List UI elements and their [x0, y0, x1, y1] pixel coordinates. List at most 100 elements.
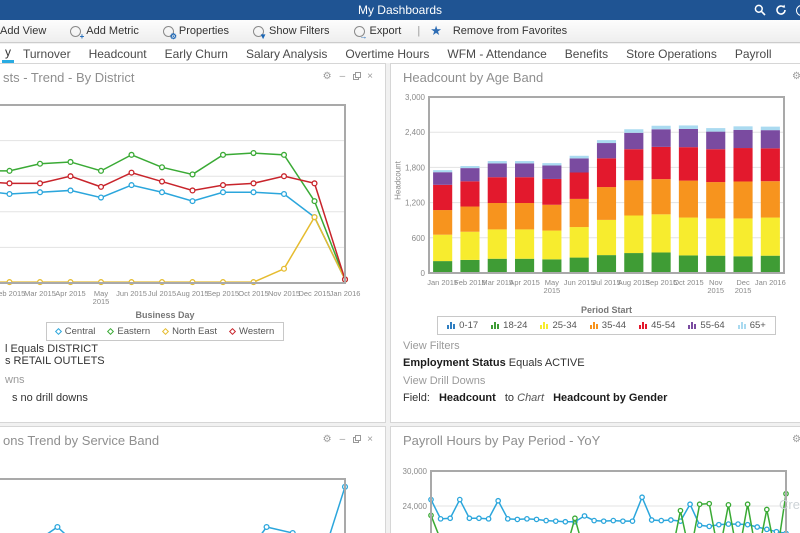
svg-text:Jan 2016: Jan 2016: [330, 289, 361, 298]
refresh-icon[interactable]: [775, 4, 787, 16]
district-legend-wrap: Central Eastern North East Western: [0, 322, 345, 341]
age-band-legend-wrap: 0-17 18-24 25-34 35-44 45-54 55-64 65+: [419, 316, 794, 335]
panel-headcount-age-band: Headcount by Age Band ⚙ – × Headcount 06…: [390, 63, 800, 423]
gear-icon[interactable]: ⚙: [792, 72, 800, 82]
drill-text: s no drill downs: [12, 392, 88, 404]
remove-favorites-button[interactable]: ★ Remove from Favorites: [430, 23, 567, 39]
age-band-chart: 06001,2001,8002,4003,000Jan 2015Feb 2015…: [405, 94, 786, 295]
tab-wfm-attendance[interactable]: WFM - Attendance: [438, 44, 555, 63]
district-trend-chart: Jan 2015Feb 2015Mar 2015Apr 2015May2015J…: [0, 104, 361, 306]
svg-text:Jun 2015: Jun 2015: [564, 278, 595, 287]
legend-marker-icon: [107, 327, 115, 336]
legend-label: North East: [172, 326, 218, 337]
tab-salary-analysis[interactable]: Salary Analysis: [237, 44, 336, 63]
close-icon[interactable]: ×: [367, 72, 373, 82]
view-drill-downs-link[interactable]: View Drill Downs: [403, 375, 667, 387]
properties-button[interactable]: ⚙ Properties: [162, 25, 229, 41]
panel-title: ons Trend by Service Band: [3, 433, 160, 448]
topbar-icons: [754, 4, 800, 16]
dashboard-toolbar: + Add View + Add Metric ⚙ Properties ▼ S…: [0, 20, 800, 43]
tab-overtime-hours[interactable]: Overtime Hours: [336, 44, 438, 63]
tab-benefits[interactable]: Benefits: [556, 44, 617, 63]
svg-text:Nov 2015: Nov 2015: [268, 289, 300, 298]
legend-entry[interactable]: 45-54: [639, 320, 675, 331]
export-button[interactable]: → Export: [353, 25, 401, 41]
svg-text:Oct 2015: Oct 2015: [238, 289, 268, 298]
svg-text:0: 0: [421, 269, 426, 278]
add-metric-button[interactable]: + Add Metric: [70, 25, 139, 41]
legend-marker-icon: [228, 327, 237, 336]
legend-entry[interactable]: 65+: [737, 320, 766, 331]
legend-marker-icon: [737, 322, 746, 329]
legend-label: Central: [64, 326, 96, 337]
svg-text:24,000: 24,000: [403, 502, 428, 511]
tab-early-churn[interactable]: Early Churn: [156, 44, 237, 63]
chart-legend[interactable]: Central Eastern North East Western: [45, 322, 285, 341]
filter-line: l Equals DISTRICT: [5, 343, 98, 355]
panel-controls: ⚙ – ×: [323, 72, 373, 82]
legend-label: 0-17: [459, 320, 479, 331]
svg-text:Apr 2015: Apr 2015: [509, 278, 539, 287]
close-icon[interactable]: ×: [367, 435, 373, 445]
svg-text:Jan 2016: Jan 2016: [755, 278, 786, 287]
svg-text:Dec2015: Dec 2015: [735, 278, 752, 295]
svg-text:Mar 2015: Mar 2015: [24, 289, 56, 298]
gear-icon[interactable]: ⚙: [323, 435, 332, 445]
popout-icon[interactable]: [353, 435, 362, 443]
panel-trend-service-band: ons Trend by Service Band ⚙ – ×: [0, 426, 386, 533]
service-band-chart: [0, 478, 349, 533]
legend-entry[interactable]: Eastern: [107, 326, 150, 337]
legend-entry[interactable]: Central: [54, 326, 96, 337]
export-icon: →: [353, 25, 368, 41]
gear-icon[interactable]: ⚙: [792, 435, 800, 445]
svg-text:Jul 2015: Jul 2015: [592, 278, 620, 287]
search-icon[interactable]: [754, 4, 766, 16]
svg-text:Aug 2015: Aug 2015: [176, 289, 208, 298]
tab-store-operations[interactable]: Store Operations: [617, 44, 726, 63]
view-drill-downs-link[interactable]: wns: [5, 374, 105, 386]
panel-controls: ⚙ – ×: [792, 72, 800, 82]
popout-icon[interactable]: [353, 72, 362, 80]
legend-entry[interactable]: 35-44: [589, 320, 626, 331]
chart-legend[interactable]: 0-17 18-24 25-34 35-44 45-54 55-64 65+: [437, 316, 776, 335]
tab-payroll[interactable]: Payroll: [726, 44, 781, 63]
svg-text:Jul 2015: Jul 2015: [148, 289, 176, 298]
add-metric-icon: +: [70, 25, 84, 41]
svg-text:May2015: May 2015: [544, 278, 561, 295]
tab-headcount[interactable]: Headcount: [80, 44, 156, 63]
legend-entry[interactable]: 0-17: [447, 320, 478, 331]
legend-entry[interactable]: North East: [162, 326, 218, 337]
panel-trend-by-district: sts - Trend - By District ⚙ – × Jan 2015…: [0, 63, 386, 423]
legend-label: 25-34: [552, 320, 577, 331]
panel-meta: View Filters Employment Status Equals AC…: [403, 340, 667, 410]
minimize-icon[interactable]: –: [340, 435, 346, 445]
top-bar: My Dashboards: [0, 0, 800, 20]
legend-entry[interactable]: 55-64: [688, 320, 725, 331]
gear-icon[interactable]: ⚙: [323, 72, 332, 82]
legend-entry[interactable]: 18-24: [491, 320, 527, 331]
legend-marker-icon: [162, 327, 170, 336]
legend-marker-icon: [639, 322, 648, 329]
add-view-button[interactable]: + Add View: [0, 25, 46, 37]
tab-turnover[interactable]: Turnover: [14, 44, 80, 63]
svg-text:Nov2015: Nov 2015: [707, 278, 724, 295]
legend-label: 55-64: [700, 320, 725, 331]
dashboard-tabs: y Turnover Headcount Early Churn Salary …: [0, 44, 800, 63]
tab-active-cut[interactable]: y: [2, 44, 14, 63]
drill-field-line: Field: Headcount to Chart Headcount by G…: [403, 392, 668, 404]
view-filters-link[interactable]: View Filters: [403, 340, 667, 352]
minimize-icon[interactable]: –: [340, 72, 346, 82]
legend-marker-icon: [447, 322, 456, 329]
menu-icon[interactable]: [796, 4, 800, 16]
show-filters-button[interactable]: ▼ Show Filters: [253, 25, 330, 41]
legend-entry[interactable]: Western: [228, 326, 274, 337]
svg-text:1,800: 1,800: [405, 163, 426, 172]
panel-title: Headcount by Age Band: [403, 70, 544, 85]
legend-marker-icon: [688, 322, 697, 329]
svg-text:30,000: 30,000: [403, 467, 428, 476]
panel-controls: ⚙ – ×: [792, 435, 800, 445]
legend-marker-icon: [540, 322, 549, 329]
toolbar-separator: |: [417, 25, 421, 37]
legend-entry[interactable]: 25-34: [540, 320, 577, 331]
x-axis-title: Period Start: [580, 305, 632, 315]
